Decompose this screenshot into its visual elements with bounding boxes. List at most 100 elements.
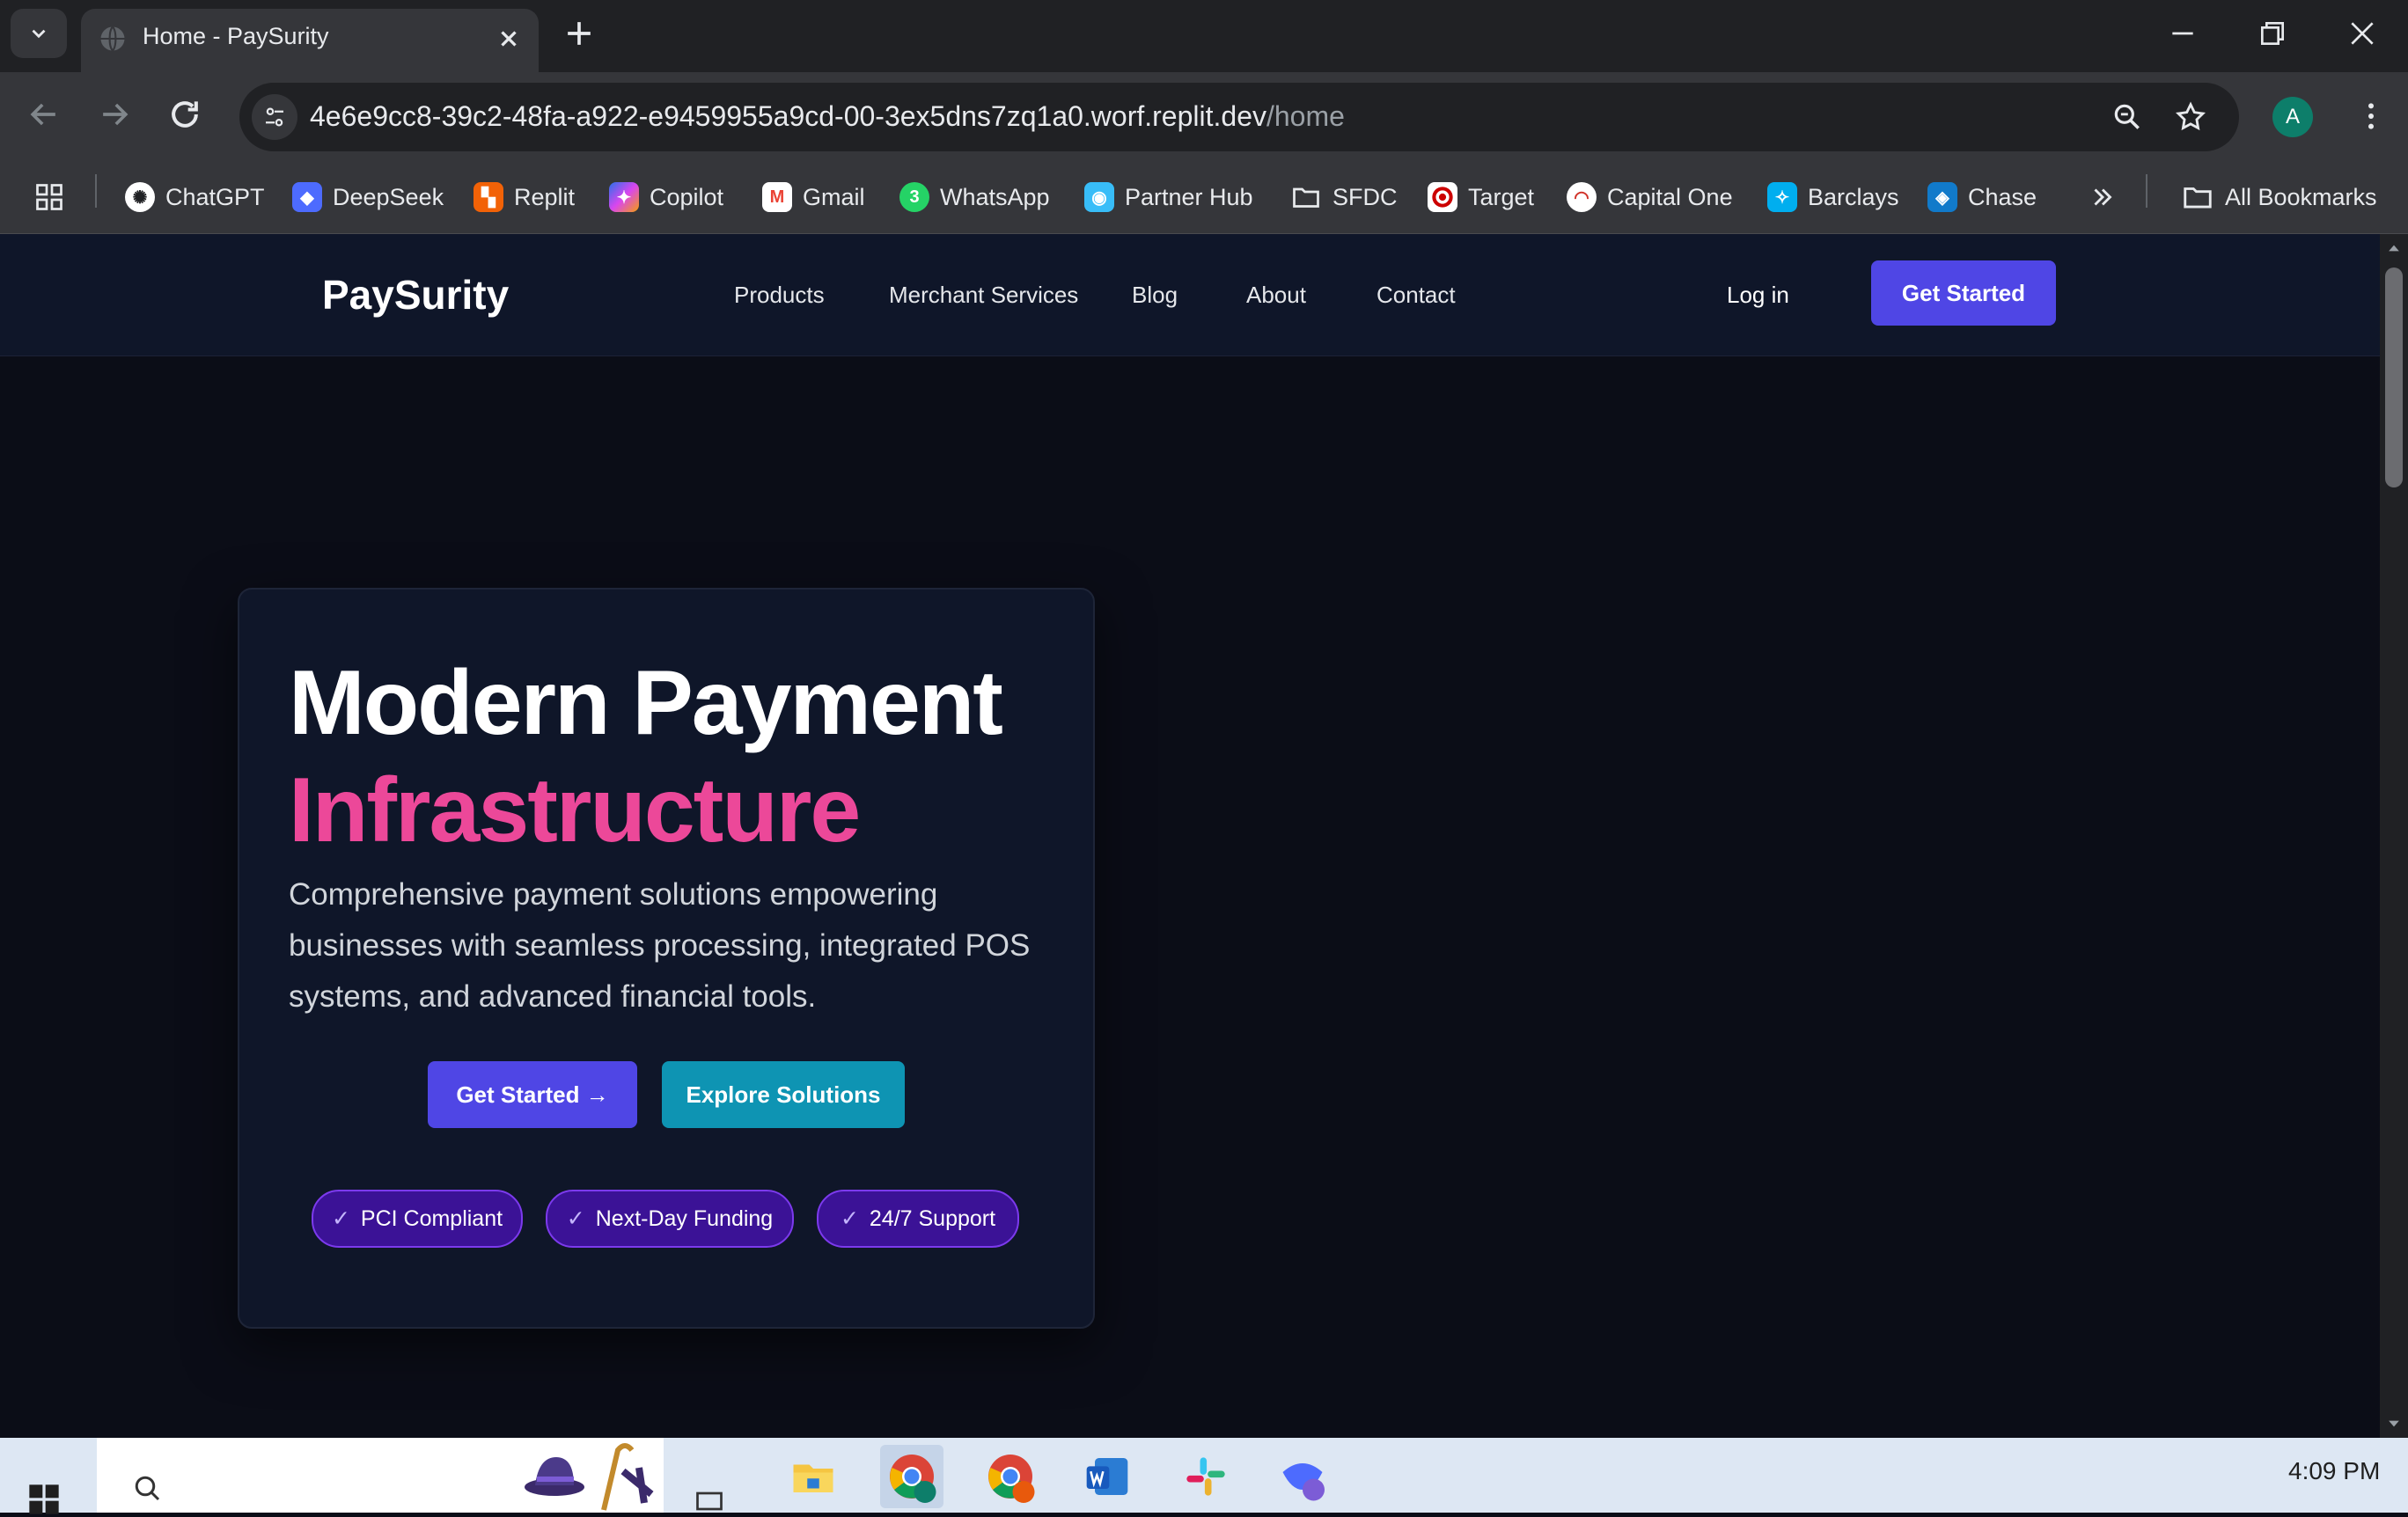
all-bookmarks-button[interactable]: All Bookmarks xyxy=(2181,177,2377,217)
bookmarks-divider xyxy=(95,174,97,208)
profile-avatar[interactable]: A xyxy=(2272,97,2313,137)
chatgpt-icon: ✺ xyxy=(125,182,155,212)
gmail-icon: M xyxy=(762,182,792,212)
folder-icon xyxy=(1293,187,1319,208)
page-scrollbar[interactable] xyxy=(2380,234,2408,1438)
tab-title: Home - PaySurity xyxy=(143,23,329,49)
bookmark-target[interactable]: Target xyxy=(1428,177,1534,217)
apps-grid-icon xyxy=(36,184,62,210)
chase-icon: ◈ xyxy=(1927,182,1957,212)
bookmark-label: ChatGPT xyxy=(165,183,265,210)
new-tab-icon[interactable] xyxy=(560,14,598,53)
bookmark-deepseek[interactable]: ◆ DeepSeek xyxy=(292,177,444,217)
file-explorer-icon[interactable] xyxy=(782,1445,845,1508)
partner-hub-icon: ◉ xyxy=(1084,182,1114,212)
chevron-down-icon xyxy=(32,29,46,39)
nav-about[interactable]: About xyxy=(1246,282,1306,309)
barclays-icon: ✧ xyxy=(1767,182,1797,212)
more-menu-icon[interactable] xyxy=(2353,99,2389,134)
check-icon: ✓ xyxy=(331,1206,350,1231)
explore-solutions-button[interactable]: Explore Solutions xyxy=(662,1061,905,1128)
header-get-started-button[interactable]: Get Started xyxy=(1871,260,2056,326)
windows-start-icon[interactable] xyxy=(26,1482,62,1517)
capital-one-icon: ◠ xyxy=(1567,182,1597,212)
scrollbar-thumb[interactable] xyxy=(2385,267,2403,487)
folder-icon xyxy=(2184,187,2212,209)
check-icon: ✓ xyxy=(840,1206,859,1231)
more-bookmarks-button[interactable] xyxy=(2088,177,2118,217)
bookmark-sfdc[interactable]: SFDC xyxy=(1290,177,1398,217)
bookmark-label: Gmail xyxy=(803,183,865,210)
browser-tab-bar: Home - PaySurity xyxy=(0,0,2408,72)
close-window-icon[interactable] xyxy=(2345,16,2380,51)
all-bookmarks-label: All Bookmarks xyxy=(2225,183,2377,210)
bookmark-copilot[interactable]: ✦ Copilot xyxy=(609,177,723,217)
hero-title-line1: Modern Payment xyxy=(289,652,1003,754)
restore-icon[interactable] xyxy=(2255,16,2290,51)
nav-merchant-services[interactable]: Merchant Services xyxy=(889,282,1078,309)
badge-label: 24/7 Support xyxy=(869,1206,996,1231)
replit-icon: ▚ xyxy=(474,182,503,212)
bookmark-label: Barclays xyxy=(1808,183,1899,210)
browser-tab-active[interactable]: Home - PaySurity xyxy=(81,9,539,72)
nav-blog[interactable]: Blog xyxy=(1132,282,1178,309)
bookmark-chatgpt[interactable]: ✺ ChatGPT xyxy=(125,177,265,217)
bookmark-label: Target xyxy=(1468,183,1535,210)
taskbar-search-box[interactable] xyxy=(97,1438,664,1513)
close-tab-icon[interactable] xyxy=(493,23,525,55)
bookmark-partner-hub[interactable]: ◉ Partner Hub xyxy=(1084,177,1253,217)
badge-24-7-support: ✓ 24/7 Support xyxy=(817,1190,1019,1248)
back-icon[interactable] xyxy=(25,95,63,134)
bookmark-label: Copilot xyxy=(650,183,724,210)
nav-contact[interactable]: Contact xyxy=(1377,282,1456,309)
bookmark-star-icon[interactable] xyxy=(2174,100,2207,134)
hero-title-line2: Infrastructure xyxy=(289,759,861,861)
bookmark-capital-one[interactable]: ◠ Capital One xyxy=(1567,177,1733,217)
word-icon[interactable] xyxy=(1076,1445,1139,1508)
bookmark-label: SFDC xyxy=(1332,183,1398,210)
reload-icon[interactable] xyxy=(165,95,204,134)
bookmark-label: Capital One xyxy=(1607,183,1733,210)
bookmarks-bar: ✺ ChatGPT ◆ DeepSeek ▚ Replit ✦ Copilot … xyxy=(0,163,2408,234)
site-info-button[interactable] xyxy=(252,94,297,140)
bookmark-chase[interactable]: ◈ Chase xyxy=(1927,177,2037,217)
url-host: 4e6e9cc8-39c2-48fa-a922-e9459955a9cd-00-… xyxy=(310,100,1266,132)
web-page: PaySurity Products Merchant Services Blo… xyxy=(0,234,2380,1438)
site-header: PaySurity Products Merchant Services Blo… xyxy=(0,234,2380,356)
scroll-up-icon[interactable] xyxy=(2385,239,2403,257)
globe-icon xyxy=(100,26,125,52)
browser-toolbar: 4e6e9cc8-39c2-48fa-a922-e9459955a9cd-00-… xyxy=(0,72,2408,163)
apps-button[interactable] xyxy=(33,177,65,217)
badge-pci-compliant: ✓ PCI Compliant xyxy=(312,1190,523,1248)
login-link[interactable]: Log in xyxy=(1727,282,1789,309)
nav-products[interactable]: Products xyxy=(734,282,825,309)
tune-icon xyxy=(266,107,283,127)
app-profile-icon[interactable] xyxy=(1271,1445,1334,1508)
hero-card: Modern Payment Infrastructure Comprehens… xyxy=(238,588,1095,1329)
chrome-profile-a-icon[interactable] xyxy=(880,1445,943,1508)
bookmark-gmail[interactable]: M Gmail xyxy=(762,177,865,217)
hero-description: Comprehensive payment solutions empoweri… xyxy=(289,877,1031,1014)
check-icon: ✓ xyxy=(566,1206,585,1231)
bookmark-whatsapp[interactable]: 3 WhatsApp xyxy=(899,177,1050,217)
zoom-icon[interactable] xyxy=(2111,100,2144,134)
deepseek-icon: ◆ xyxy=(292,182,322,212)
address-bar[interactable]: 4e6e9cc8-39c2-48fa-a922-e9459955a9cd-00-… xyxy=(239,83,2239,151)
get-started-button[interactable]: Get Started → xyxy=(428,1061,637,1128)
copilot-icon: ✦ xyxy=(609,182,639,212)
slack-icon[interactable] xyxy=(1174,1445,1237,1508)
minimize-icon[interactable] xyxy=(2165,16,2200,51)
site-logo[interactable]: PaySurity xyxy=(322,271,509,319)
tab-search-button[interactable] xyxy=(11,9,67,58)
scroll-down-icon[interactable] xyxy=(2385,1415,2403,1433)
taskbar-clock[interactable]: 4:09 PM xyxy=(2288,1457,2380,1485)
bookmark-barclays[interactable]: ✧ Barclays xyxy=(1767,177,1899,217)
chrome-profile-b-icon[interactable] xyxy=(979,1445,1042,1508)
search-highlight-illustration-icon xyxy=(525,1443,654,1511)
windows-taskbar: 4:09 PM xyxy=(0,1438,2408,1514)
badge-next-day-funding: ✓ Next-Day Funding xyxy=(546,1190,794,1248)
forward-icon[interactable] xyxy=(95,95,134,134)
bookmark-replit[interactable]: ▚ Replit xyxy=(474,177,575,217)
bookmark-label: Chase xyxy=(1968,183,2037,210)
bookmarks-divider xyxy=(2146,174,2147,208)
